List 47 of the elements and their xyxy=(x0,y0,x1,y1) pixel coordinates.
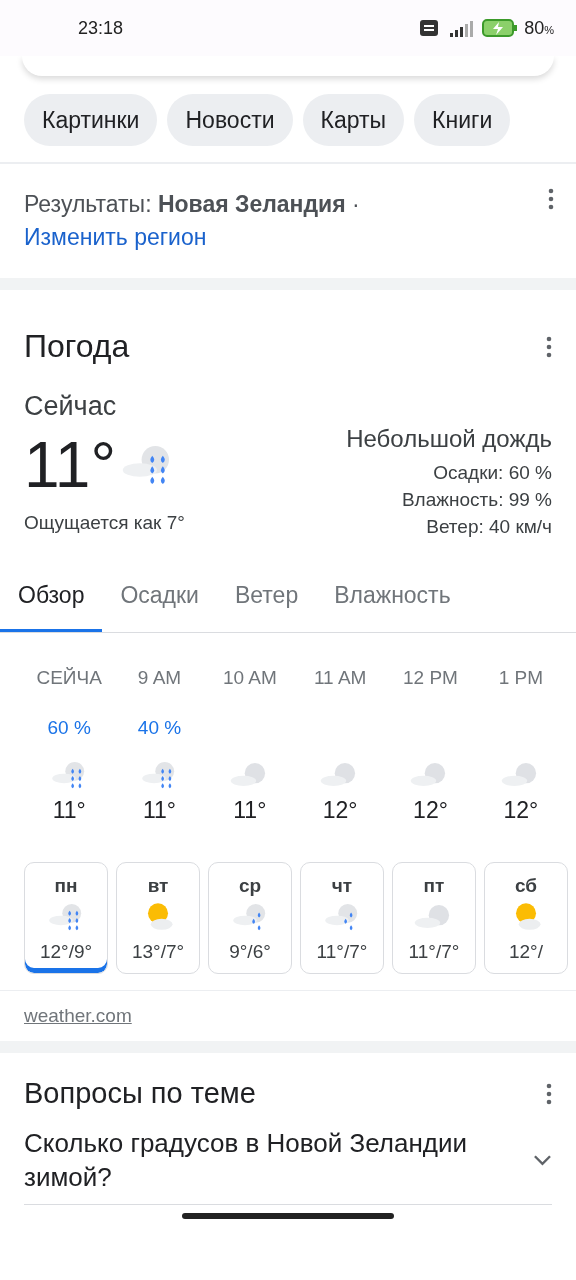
hour-label: 12 PM xyxy=(403,667,458,690)
current-temperature: 11° xyxy=(24,430,117,500)
hour-label: 11 AM xyxy=(313,667,367,690)
section-title: Вопросы по теме xyxy=(24,1077,256,1110)
precipitation-chance: 60 % xyxy=(47,717,91,740)
day-card[interactable]: пт 11°/7° xyxy=(392,862,476,974)
weather-detail: Влажность: 99 % xyxy=(401,489,552,511)
more-icon[interactable] xyxy=(546,1082,552,1105)
filter-chip[interactable]: Картинки xyxy=(24,94,158,146)
hour-temperature: 12° xyxy=(322,797,358,824)
day-card[interactable]: пн 12°/9° xyxy=(24,862,108,974)
section-title: Погода xyxy=(24,328,130,365)
change-region-link[interactable]: Изменить регион xyxy=(24,221,360,254)
now-label: Сейчас xyxy=(24,391,118,422)
hour-temperature: 11° xyxy=(233,797,267,824)
battery-level: 80% xyxy=(524,17,554,39)
hour-temperature: 11° xyxy=(142,797,177,824)
hour-temperature: 12° xyxy=(503,797,539,824)
filter-chip[interactable]: Новости xyxy=(167,94,293,146)
battery-icon xyxy=(482,19,519,37)
tab[interactable]: Осадки xyxy=(102,572,217,632)
hour-label: 1 PM xyxy=(498,667,543,690)
day-card[interactable]: чт 11°/7° xyxy=(300,862,384,974)
question-row[interactable]: Сколько градусов в Новой Зеландии зимой? xyxy=(24,1110,552,1205)
tab[interactable]: Обзор xyxy=(0,572,103,632)
weather-detail: Осадки: 60 % xyxy=(433,462,552,484)
region-text: Результаты: Новая Зеландия · Изменить регион xyxy=(24,188,360,254)
weather-detail: Ветер: 40 км/ч xyxy=(426,516,552,538)
hour-label: 9 AM xyxy=(137,667,182,690)
hour-temperature: 12° xyxy=(413,797,448,824)
hour-label: 10 AM xyxy=(222,667,277,690)
clock: 23:18 xyxy=(78,17,124,39)
feels-like: Ощущается как 7° xyxy=(24,512,185,534)
more-icon[interactable] xyxy=(546,335,552,358)
tab[interactable]: Ветер xyxy=(216,572,317,632)
source-link[interactable]: weather.com xyxy=(24,1005,132,1026)
condition: Небольшой дождь xyxy=(346,425,552,453)
tab[interactable]: Влажность xyxy=(316,572,469,632)
more-icon[interactable] xyxy=(548,188,554,210)
filter-chip[interactable]: Книги xyxy=(414,94,511,146)
precipitation-chance: 40 % xyxy=(137,717,182,740)
filter-chip[interactable]: Карты xyxy=(302,94,405,146)
day-card[interactable]: вт 13°/7° xyxy=(116,862,200,974)
day-card[interactable]: сб 12°/ xyxy=(484,862,568,974)
hour-label: СЕЙЧА xyxy=(36,667,102,690)
day-card[interactable]: ср 9°/6° xyxy=(208,862,292,974)
hour-temperature: 11° xyxy=(52,797,86,824)
